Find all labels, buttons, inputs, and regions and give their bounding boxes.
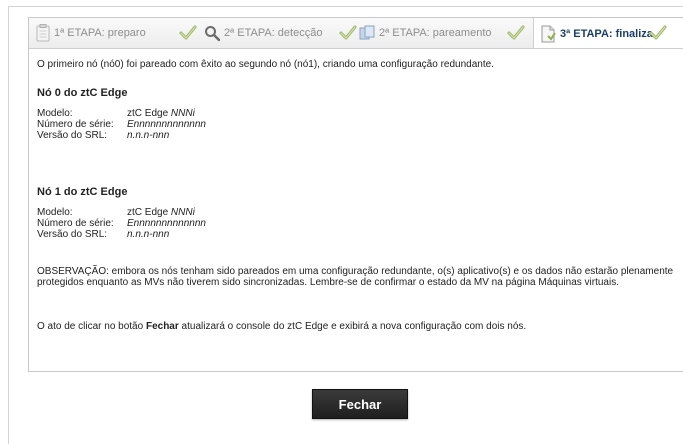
node0-srl-row: Versão do SRL: n.n.n-nnn (37, 130, 169, 141)
closing-suffix: atualizará o console do ztC Edge e exibi… (178, 321, 527, 332)
intro-text: O primeiro nó (nó0) foi pareado com êxit… (37, 59, 494, 70)
check-icon (649, 25, 667, 40)
model-prefix: ztC Edge (127, 207, 171, 218)
step-label: 2ª ETAPA: pareamento (379, 27, 492, 39)
magnifier-icon (205, 26, 220, 41)
closing-bold: Fechar (145, 321, 179, 332)
node0-title: Nó 0 do ztC Edge (37, 87, 128, 99)
step-pareamento: 2ª ETAPA: pareamento (359, 18, 492, 48)
clipboard-icon (36, 24, 50, 42)
closing-prefix: O ato de clicar no botão (37, 321, 146, 332)
model-value: ztC Edge NNNi (127, 108, 195, 119)
step-preparo: 1ª ETAPA: preparo (36, 18, 146, 48)
wizard-steps-bar: 1ª ETAPA: preparo 2ª ETAPA: detecção 2ª … (29, 18, 683, 49)
serial-label: Número de série: (37, 218, 114, 229)
step-label: 1ª ETAPA: preparo (54, 27, 146, 39)
srl-value: n.n.n-nnn (127, 229, 170, 240)
node0-model-row: Modelo: ztC Edge NNNi (37, 108, 195, 119)
wizard-panel: 1ª ETAPA: preparo 2ª ETAPA: detecção 2ª … (28, 17, 683, 372)
document-icon (541, 25, 556, 42)
srl-label: Versão do SRL: (37, 130, 108, 141)
node1-model-row: Modelo: ztC Edge NNNi (37, 207, 195, 218)
step-label: 2ª ETAPA: detecção (224, 27, 323, 39)
close-button[interactable]: Fechar (312, 389, 408, 419)
step-deteccao: 2ª ETAPA: detecção (204, 18, 322, 48)
srl-label: Versão do SRL: (37, 229, 108, 240)
model-prefix: ztC Edge (127, 108, 171, 119)
pairing-icon (359, 25, 375, 40)
model-code: NNNi (170, 108, 195, 119)
check-icon (339, 25, 357, 40)
check-icon (179, 25, 197, 40)
serial-value: Ennnnnnnnnnnnn (127, 119, 206, 130)
node0-serial-row: Número de série: Ennnnnnnnnnnnn (37, 119, 206, 130)
srl-value: n.n.n-nnn (127, 130, 170, 141)
note-text: OBSERVAÇÃO: embora os nós tenham sido pa… (37, 266, 674, 288)
model-code: NNNi (170, 207, 195, 218)
serial-value: Ennnnnnnnnnnnn (127, 218, 206, 229)
node1-serial-row: Número de série: Ennnnnnnnnnnnn (37, 218, 206, 229)
check-icon (507, 25, 525, 40)
model-label: Modelo: (37, 108, 73, 119)
serial-label: Número de série: (37, 119, 114, 130)
node1-title: Nó 1 do ztC Edge (37, 186, 128, 198)
closing-text: O ato de clicar no botão Fechar atualiza… (37, 321, 677, 332)
model-value: ztC Edge NNNi (127, 207, 195, 218)
node1-srl-row: Versão do SRL: n.n.n-nnn (37, 229, 169, 240)
step-label: 3ª ETAPA: finaliza (560, 27, 653, 40)
model-label: Modelo: (37, 207, 73, 218)
